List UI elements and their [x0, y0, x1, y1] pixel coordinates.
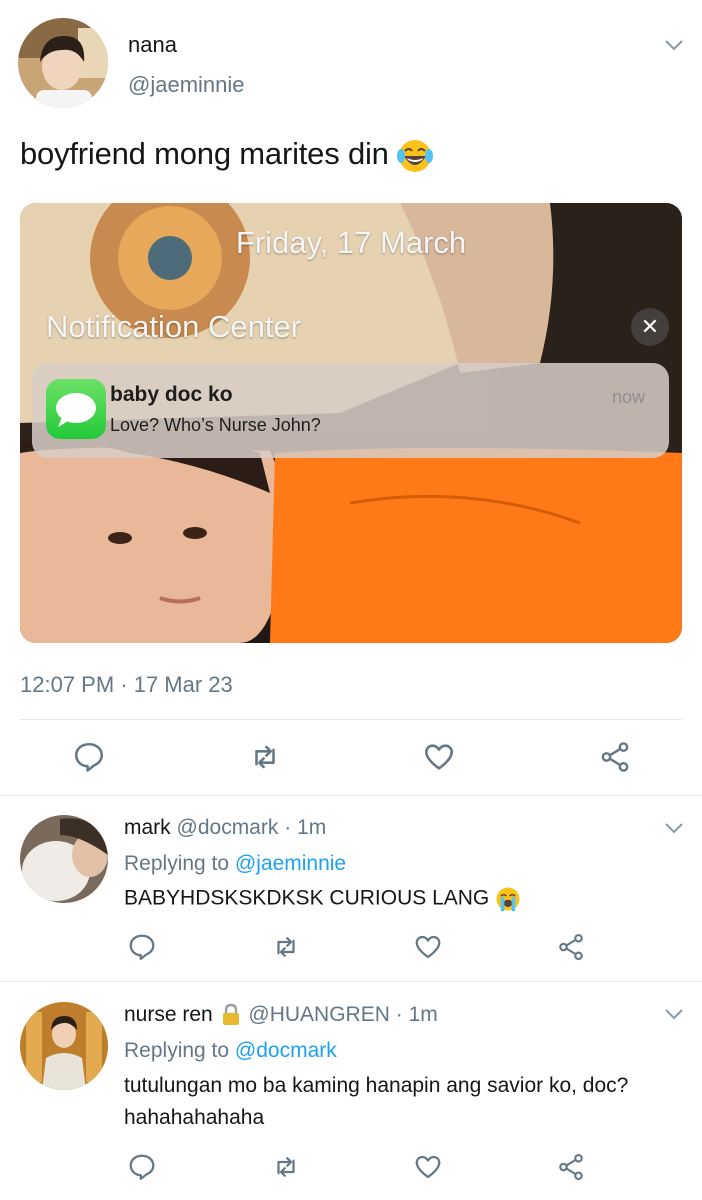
- replying-to-handle[interactable]: @docmark: [235, 1039, 337, 1062]
- reply-author-name[interactable]: mark: [124, 816, 171, 839]
- notification-sender: baby doc ko: [110, 383, 233, 406]
- reply-header: mark @docmark · 1m: [124, 816, 326, 840]
- like-icon[interactable]: [413, 1152, 443, 1182]
- divider: [0, 795, 702, 796]
- loudly-crying-face-icon: [496, 887, 520, 912]
- replying-to-line: Replying to @docmark: [124, 1039, 337, 1063]
- retweet-icon[interactable]: [271, 932, 301, 962]
- tweet-timestamp[interactable]: 12:07 PM · 17 Mar 23: [20, 672, 233, 698]
- retweet-icon[interactable]: [271, 1152, 301, 1182]
- close-icon: ✕: [631, 308, 669, 346]
- retweet-icon[interactable]: [248, 740, 282, 774]
- chevron-down-icon[interactable]: [664, 821, 684, 835]
- reply-text-line: hahahahahaha: [124, 1106, 265, 1129]
- reply-text-line: tutulungan mo ba kaming hanapin ang savi…: [124, 1074, 629, 1097]
- reply-author-name[interactable]: nurse ren: [124, 1003, 213, 1026]
- face-with-tears-of-joy-icon: [397, 139, 434, 172]
- divider: [20, 719, 682, 720]
- replying-to-label: Replying to: [124, 1039, 230, 1062]
- reply-author-handle[interactable]: @docmark: [177, 816, 279, 839]
- share-icon[interactable]: [556, 932, 586, 962]
- tweet-text-body: boyfriend mong marites din: [20, 136, 389, 171]
- reply-avatar[interactable]: [20, 1002, 108, 1090]
- reply-time[interactable]: · 1m: [284, 816, 326, 839]
- lock-icon: [222, 1004, 239, 1026]
- author-name[interactable]: nana: [128, 32, 177, 58]
- notification-message: Love? Who’s Nurse John?: [110, 415, 321, 435]
- tweet-media-image[interactable]: Friday, 17 March Notification Center ✕ b…: [20, 203, 682, 643]
- divider: [0, 981, 702, 982]
- notification-center-title: Notification Center: [46, 309, 302, 344]
- like-icon[interactable]: [422, 740, 456, 774]
- replying-to-handle[interactable]: @jaeminnie: [235, 852, 346, 875]
- reply-time[interactable]: · 1m: [396, 1003, 438, 1026]
- notification-center-date: Friday, 17 March: [235, 225, 467, 260]
- reply-icon[interactable]: [127, 932, 157, 962]
- author-handle[interactable]: @jaeminnie: [128, 72, 245, 98]
- reply-text-body: BABYHDSKSKDKSK CURIOUS LANG: [124, 886, 490, 910]
- chevron-down-icon[interactable]: [664, 1007, 684, 1021]
- reply-text: BABYHDSKSKDKSK CURIOUS LANG: [124, 886, 521, 912]
- author-avatar[interactable]: [18, 18, 108, 108]
- reply-header: nurse ren @HUANGREN · 1m: [124, 1003, 438, 1027]
- reply-author-handle[interactable]: @HUANGREN: [248, 1003, 390, 1026]
- reply-icon[interactable]: [127, 1152, 157, 1182]
- share-icon[interactable]: [598, 740, 632, 774]
- like-icon[interactable]: [413, 932, 443, 962]
- replying-to-line: Replying to @jaeminnie: [124, 852, 346, 876]
- share-icon[interactable]: [556, 1152, 586, 1182]
- reply-icon[interactable]: [72, 740, 106, 774]
- messages-app-icon: [46, 379, 106, 439]
- reply-avatar[interactable]: [20, 815, 108, 903]
- chevron-down-icon[interactable]: [664, 38, 684, 52]
- tweet-text: boyfriend mong marites din: [20, 136, 434, 174]
- notification-card: [32, 363, 669, 458]
- replying-to-label: Replying to: [124, 852, 230, 875]
- notification-time: now: [612, 387, 646, 407]
